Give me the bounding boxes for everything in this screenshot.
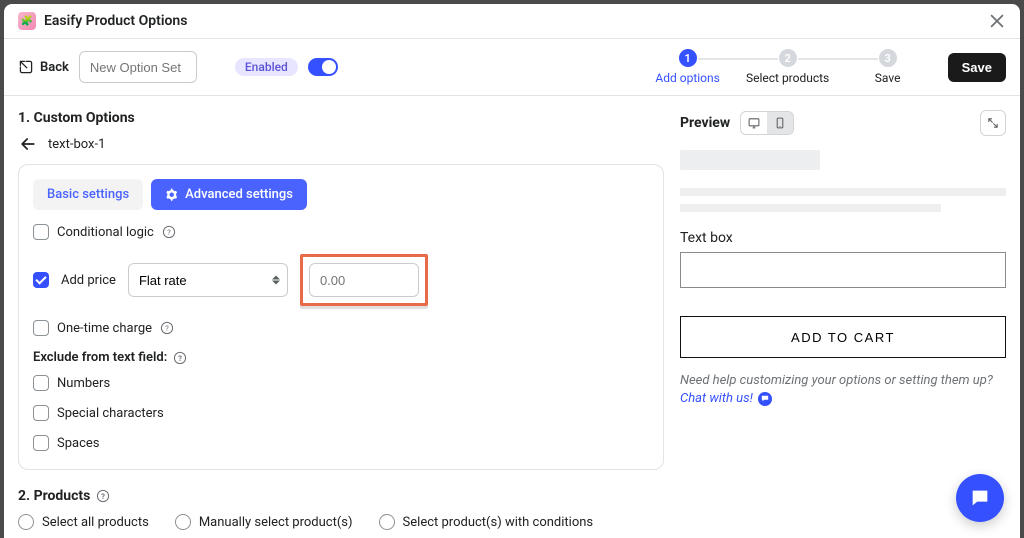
conditional-logic-label: Conditional logic <box>57 225 154 240</box>
section-custom-options-title: 1. Custom Options <box>18 110 664 126</box>
radio-icon <box>18 514 34 530</box>
option-set-name-input[interactable] <box>79 51 197 83</box>
preview-help-text: Need help customizing your options or se… <box>680 372 1006 408</box>
exclude-numbers-checkbox[interactable] <box>33 375 49 391</box>
settings-tabs: Basic settings Advanced settings <box>33 179 649 210</box>
arrow-left-icon[interactable] <box>18 134 38 154</box>
preview-textbox-label: Text box <box>680 230 1006 246</box>
back-label: Back <box>40 60 69 75</box>
exclude-spaces-checkbox[interactable] <box>33 435 49 451</box>
product-selection-radios: Select all products Manually select prod… <box>18 514 664 530</box>
add-to-cart-button[interactable]: ADD TO CART <box>680 316 1006 358</box>
preview-column: Preview Text box ADD TO CART Need help c… <box>672 96 1020 538</box>
chat-icon <box>758 392 772 406</box>
section-products-title: 2. Products ? <box>18 488 664 504</box>
radio-manual[interactable]: Manually select product(s) <box>175 514 353 530</box>
conditional-logic-checkbox[interactable] <box>33 224 49 240</box>
exclude-numbers-label: Numbers <box>57 376 110 391</box>
main-column: 1. Custom Options text-box-1 Basic setti… <box>4 96 672 538</box>
exclude-spaces-row: Spaces <box>33 435 649 451</box>
preview-header: Preview <box>680 110 1006 136</box>
back-icon <box>18 59 34 75</box>
help-icon[interactable]: ? <box>173 351 187 365</box>
svg-text:?: ? <box>165 324 169 333</box>
radio-select-all[interactable]: Select all products <box>18 514 149 530</box>
price-input-highlight <box>300 254 428 306</box>
price-type-select[interactable]: Flat rate <box>128 263 288 297</box>
svg-text:?: ? <box>178 353 182 362</box>
option-settings-panel: Basic settings Advanced settings Conditi… <box>18 164 664 470</box>
preview-title: Preview <box>680 115 730 131</box>
price-input[interactable] <box>309 263 419 297</box>
chat-bubble-icon <box>969 487 991 509</box>
gear-icon <box>165 188 179 202</box>
help-icon[interactable]: ? <box>160 321 174 335</box>
step-add-options[interactable]: 1 Add options <box>638 49 738 85</box>
conditional-logic-row: Conditional logic ? <box>33 224 649 240</box>
tab-basic-settings[interactable]: Basic settings <box>33 179 143 210</box>
add-price-row: Add price Flat rate <box>33 254 649 306</box>
enabled-badge: Enabled <box>235 58 298 76</box>
exclude-special-label: Special characters <box>57 406 164 421</box>
radio-icon <box>379 514 395 530</box>
exclude-spaces-label: Spaces <box>57 436 100 451</box>
skeleton-line <box>680 188 1006 196</box>
step-select-products[interactable]: 2 Select products <box>738 49 838 85</box>
toolbar: Back Enabled 1 Add options 2 Select prod… <box>4 39 1020 96</box>
save-button[interactable]: Save <box>948 53 1006 82</box>
svg-text:?: ? <box>167 228 171 237</box>
chat-with-us-link[interactable]: Chat with us! <box>680 391 753 406</box>
skeleton-line <box>680 150 820 170</box>
close-icon[interactable] <box>988 12 1006 30</box>
radio-icon <box>175 514 191 530</box>
help-icon[interactable]: ? <box>96 489 110 503</box>
one-time-charge-label: One-time charge <box>57 321 152 336</box>
exclude-heading: Exclude from text field: ? <box>33 350 649 365</box>
tab-advanced-settings[interactable]: Advanced settings <box>151 179 307 210</box>
back-button[interactable]: Back <box>18 59 69 75</box>
price-type-select-wrap: Flat rate <box>128 263 288 297</box>
add-price-label: Add price <box>61 273 116 288</box>
chat-fab-button[interactable] <box>956 474 1004 522</box>
exclude-special-row: Special characters <box>33 405 649 421</box>
modal-header: 🧩 Easify Product Options <box>4 4 1020 39</box>
radio-conditions[interactable]: Select product(s) with conditions <box>379 514 594 530</box>
exclude-numbers-row: Numbers <box>33 375 649 391</box>
one-time-charge-checkbox[interactable] <box>33 320 49 336</box>
step-save[interactable]: 3 Save <box>838 49 938 85</box>
breadcrumb-text: text-box-1 <box>48 137 105 152</box>
progress-steps: 1 Add options 2 Select products 3 Save <box>638 49 938 85</box>
preview-textbox-input[interactable] <box>680 252 1006 288</box>
exclude-special-checkbox[interactable] <box>33 405 49 421</box>
breadcrumb: text-box-1 <box>18 134 664 154</box>
skeleton-line <box>680 204 941 212</box>
mobile-view-button[interactable] <box>767 112 793 134</box>
enabled-toggle[interactable] <box>308 58 338 76</box>
app-title: Easify Product Options <box>44 13 187 29</box>
expand-preview-button[interactable] <box>980 110 1006 136</box>
device-toggle <box>740 111 794 135</box>
app-modal: 🧩 Easify Product Options Back Enabled 1 … <box>4 4 1020 538</box>
add-price-checkbox[interactable] <box>33 272 49 288</box>
desktop-view-button[interactable] <box>741 112 767 134</box>
one-time-charge-row: One-time charge ? <box>33 320 649 336</box>
svg-text:?: ? <box>101 492 105 501</box>
help-icon[interactable]: ? <box>162 225 176 239</box>
app-icon: 🧩 <box>18 12 36 30</box>
